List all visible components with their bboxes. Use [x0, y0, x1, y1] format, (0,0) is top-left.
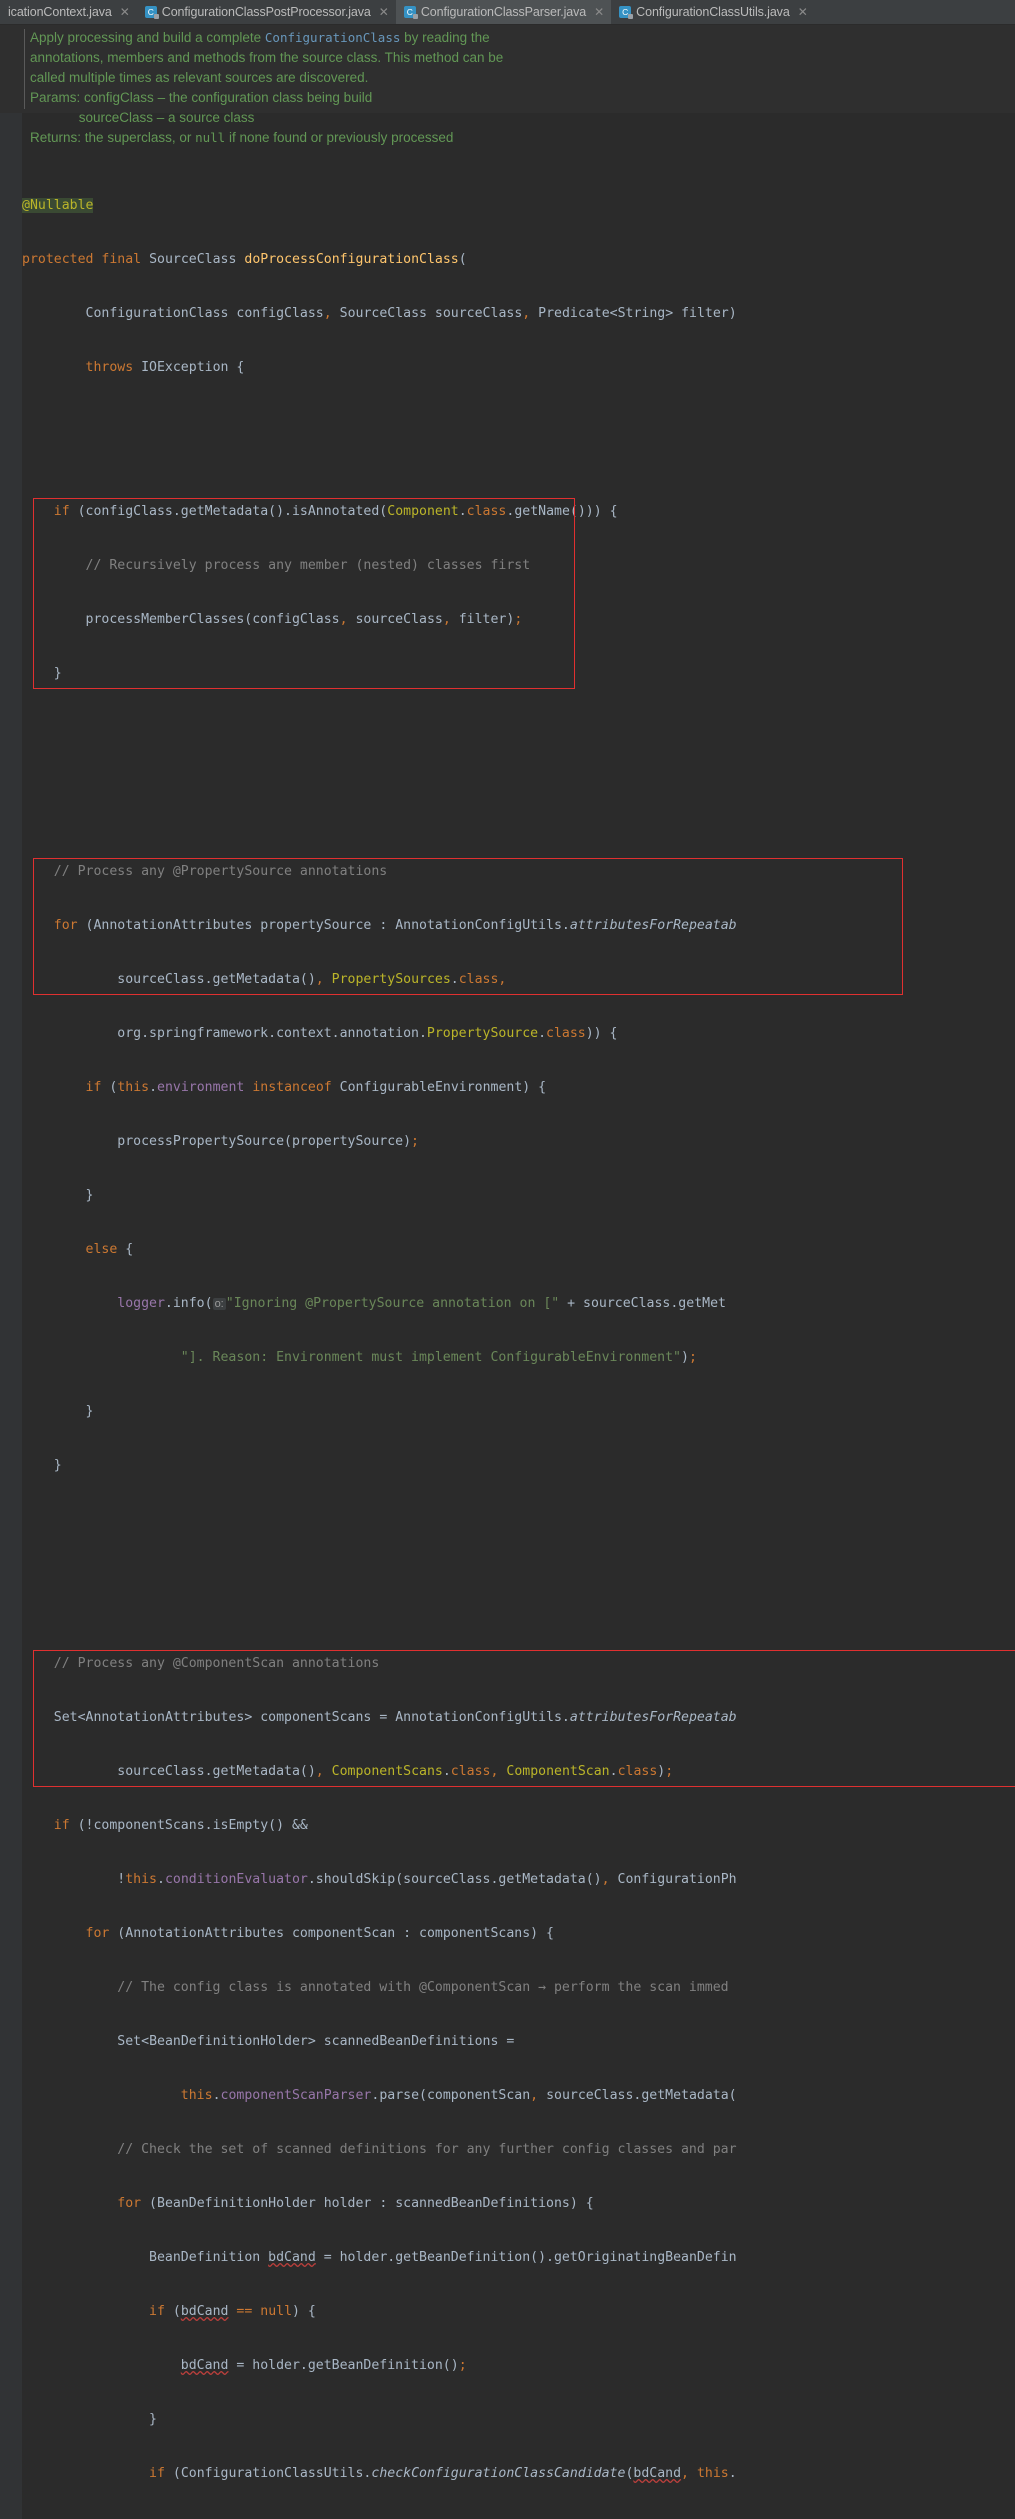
javadoc-text: Apply processing and build a complete Co… — [0, 28, 1015, 148]
code-line-shouldskip: !this.conditionEvaluator.shouldSkip(sour… — [22, 1872, 737, 1887]
code-line-ps-args2: org.springframework.context.annotation.P… — [22, 1026, 618, 1041]
code-line-else: else { — [85, 1242, 134, 1257]
code-line-signature: protected final SourceClass doProcessCon… — [22, 252, 467, 267]
code-line-comment-check: // Check the set of scanned definitions … — [117, 2142, 737, 2157]
code-line-close-brace: } — [22, 1458, 62, 1473]
java-class-icon: C — [144, 6, 159, 19]
code-line-logger-info: logger.info(o: "Ignoring @PropertySource … — [117, 1296, 726, 1311]
tab-label: ConfigurationClassPostProcessor.java — [161, 5, 371, 19]
nullable-annotation[interactable]: @Nullable — [22, 198, 94, 213]
tab-label: ConfigurationClassParser.java — [420, 5, 587, 19]
code-line-parse-call: this.componentScanParser.parse(component… — [180, 2088, 737, 2103]
code-line-if-checkcandidate: if (ConfigurationClassUtils.checkConfigu… — [149, 2466, 737, 2481]
code-line-scanned-decl: Set<BeanDefinitionHolder> scannedBeanDef… — [117, 2034, 515, 2049]
close-icon[interactable]: ✕ — [798, 5, 808, 19]
tab-configurationclassparser[interactable]: C ConfigurationClassParser.java ✕ — [395, 0, 612, 24]
code-line-if-bdcand-null: if (bdCand == null) { — [149, 2304, 316, 2319]
code-line-close-brace: } — [22, 666, 62, 681]
code-line-comment-recursive: // Recursively process any member (neste… — [85, 558, 531, 573]
code-line-processpropertysource: processPropertySource(propertySource); — [22, 1134, 419, 1149]
close-icon[interactable]: ✕ — [594, 5, 604, 19]
javadoc-params-2: sourceClass – a source class — [78, 110, 255, 125]
code-line-bdcand-decl: BeanDefinition bdCand = holder.getBeanDe… — [149, 2250, 737, 2265]
code-line-componentscans-decl: Set<AnnotationAttributes> componentScans… — [53, 1710, 737, 1725]
code-line-bdcand-assign: bdCand = holder.getBeanDefinition(); — [180, 2358, 467, 2373]
code-line-for-holder: for (BeanDefinitionHolder holder : scann… — [117, 2196, 594, 2211]
code-line-if-env: if (this.environment instanceof Configur… — [85, 1080, 547, 1095]
code-line-processmemberclasses: processMemberClasses(configClass, source… — [22, 612, 523, 627]
code-line-close-brace: } — [22, 1188, 94, 1203]
tab-label: ConfigurationClassUtils.java — [636, 5, 790, 19]
code-line-annotation: @Nullable — [0, 197, 1015, 215]
inlay-hint-param: o: — [212, 1298, 226, 1310]
javadoc-class-link[interactable]: ConfigurationClass — [265, 30, 400, 45]
code-line-comment-configclass: // The config class is annotated with @C… — [117, 1980, 729, 1995]
code-line-for-componentscan: for (AnnotationAttributes componentScan … — [85, 1926, 554, 1941]
code-line-ps-args1: sourceClass.getMetadata(), PropertySourc… — [22, 972, 507, 987]
tab-configurationclasspostprocessor[interactable]: C ConfigurationClassPostProcessor.java ✕ — [137, 0, 396, 24]
code-line-for-propertysource: for (AnnotationAttributes propertySource… — [53, 918, 737, 933]
code-line-comment-propertysource: // Process any @PropertySource annotatio… — [53, 864, 388, 879]
javadoc-params-1: Params: configClass – the configuration … — [30, 90, 373, 105]
javadoc-line-3: called multiple times as relevant source… — [30, 70, 369, 85]
code-line-cs-args: sourceClass.getMetadata(), ComponentScan… — [22, 1764, 674, 1779]
tab-label: icationContext.java — [8, 5, 112, 19]
close-icon[interactable]: ✕ — [120, 5, 130, 19]
tab-configurationclassutils[interactable]: C ConfigurationClassUtils.java ✕ — [611, 0, 815, 24]
java-class-icon: C — [403, 6, 418, 19]
code-line-logger-info-cont: "]. Reason: Environment must implement C… — [180, 1350, 697, 1365]
close-icon[interactable]: ✕ — [379, 5, 389, 19]
java-class-icon: C — [619, 6, 634, 19]
code-line-if-component: if (configClass.getMetadata().isAnnotate… — [53, 504, 618, 519]
javadoc-line-1: Apply processing and build a complete Co… — [30, 30, 490, 45]
code-editor[interactable]: Apply processing and build a complete Co… — [0, 25, 1015, 2519]
javadoc-line-2: annotations, members and methods from th… — [30, 50, 504, 65]
code-line-close-brace: } — [22, 1404, 94, 1419]
tab-bar-filler — [814, 0, 1015, 24]
tab-applicationcontext[interactable]: icationContext.java ✕ — [0, 0, 137, 24]
code-line-close-brace: } — [22, 2412, 157, 2427]
code-line-signature-params: ConfigurationClass configClass, SourceCl… — [85, 306, 737, 321]
code-line-comment-componentscan: // Process any @ComponentScan annotation… — [53, 1656, 380, 1671]
code-line-throws: throws IOException { — [85, 360, 245, 375]
editor-tab-bar[interactable]: icationContext.java ✕ C ConfigurationCla… — [0, 0, 1015, 25]
code-content[interactable]: @Nullable protected final SourceClass do… — [0, 143, 1015, 2519]
code-line-if-componentscans: if (!componentScans.isEmpty() && — [53, 1818, 308, 1833]
